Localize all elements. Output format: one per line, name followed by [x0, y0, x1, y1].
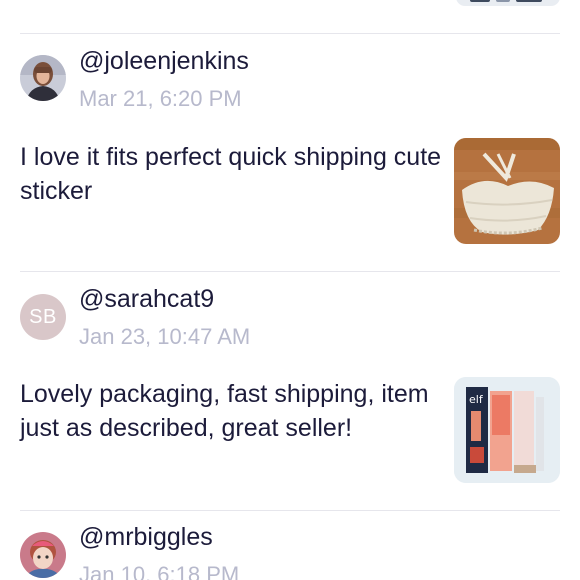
review-photo[interactable] — [454, 138, 560, 244]
avatar[interactable] — [20, 55, 66, 101]
divider — [20, 271, 560, 272]
review-date: Jan 23, 10:47 AM — [79, 324, 251, 349]
review-text: I love it fits perfect quick shipping cu… — [20, 143, 442, 205]
review-text: Lovely packaging, fast shipping, item ju… — [20, 380, 429, 442]
review-date: Jan 10, 6:18 PM — [79, 562, 240, 580]
divider — [20, 33, 560, 34]
username[interactable]: @joleenjenkins — [79, 47, 249, 76]
avatar[interactable]: SB — [20, 294, 66, 340]
previous-review-thumbnail[interactable] — [456, 0, 560, 6]
review-photo[interactable]: elf — [454, 377, 560, 483]
svg-text:elf: elf — [469, 393, 484, 406]
divider — [20, 510, 560, 511]
review-date: Mar 21, 6:20 PM — [79, 86, 242, 111]
username[interactable]: @sarahcat9 — [79, 285, 214, 314]
reviews-feed: @joleenjenkins Mar 21, 6:20 PM I love it… — [0, 0, 580, 580]
username[interactable]: @mrbiggles — [79, 523, 213, 552]
avatar[interactable] — [20, 532, 66, 578]
